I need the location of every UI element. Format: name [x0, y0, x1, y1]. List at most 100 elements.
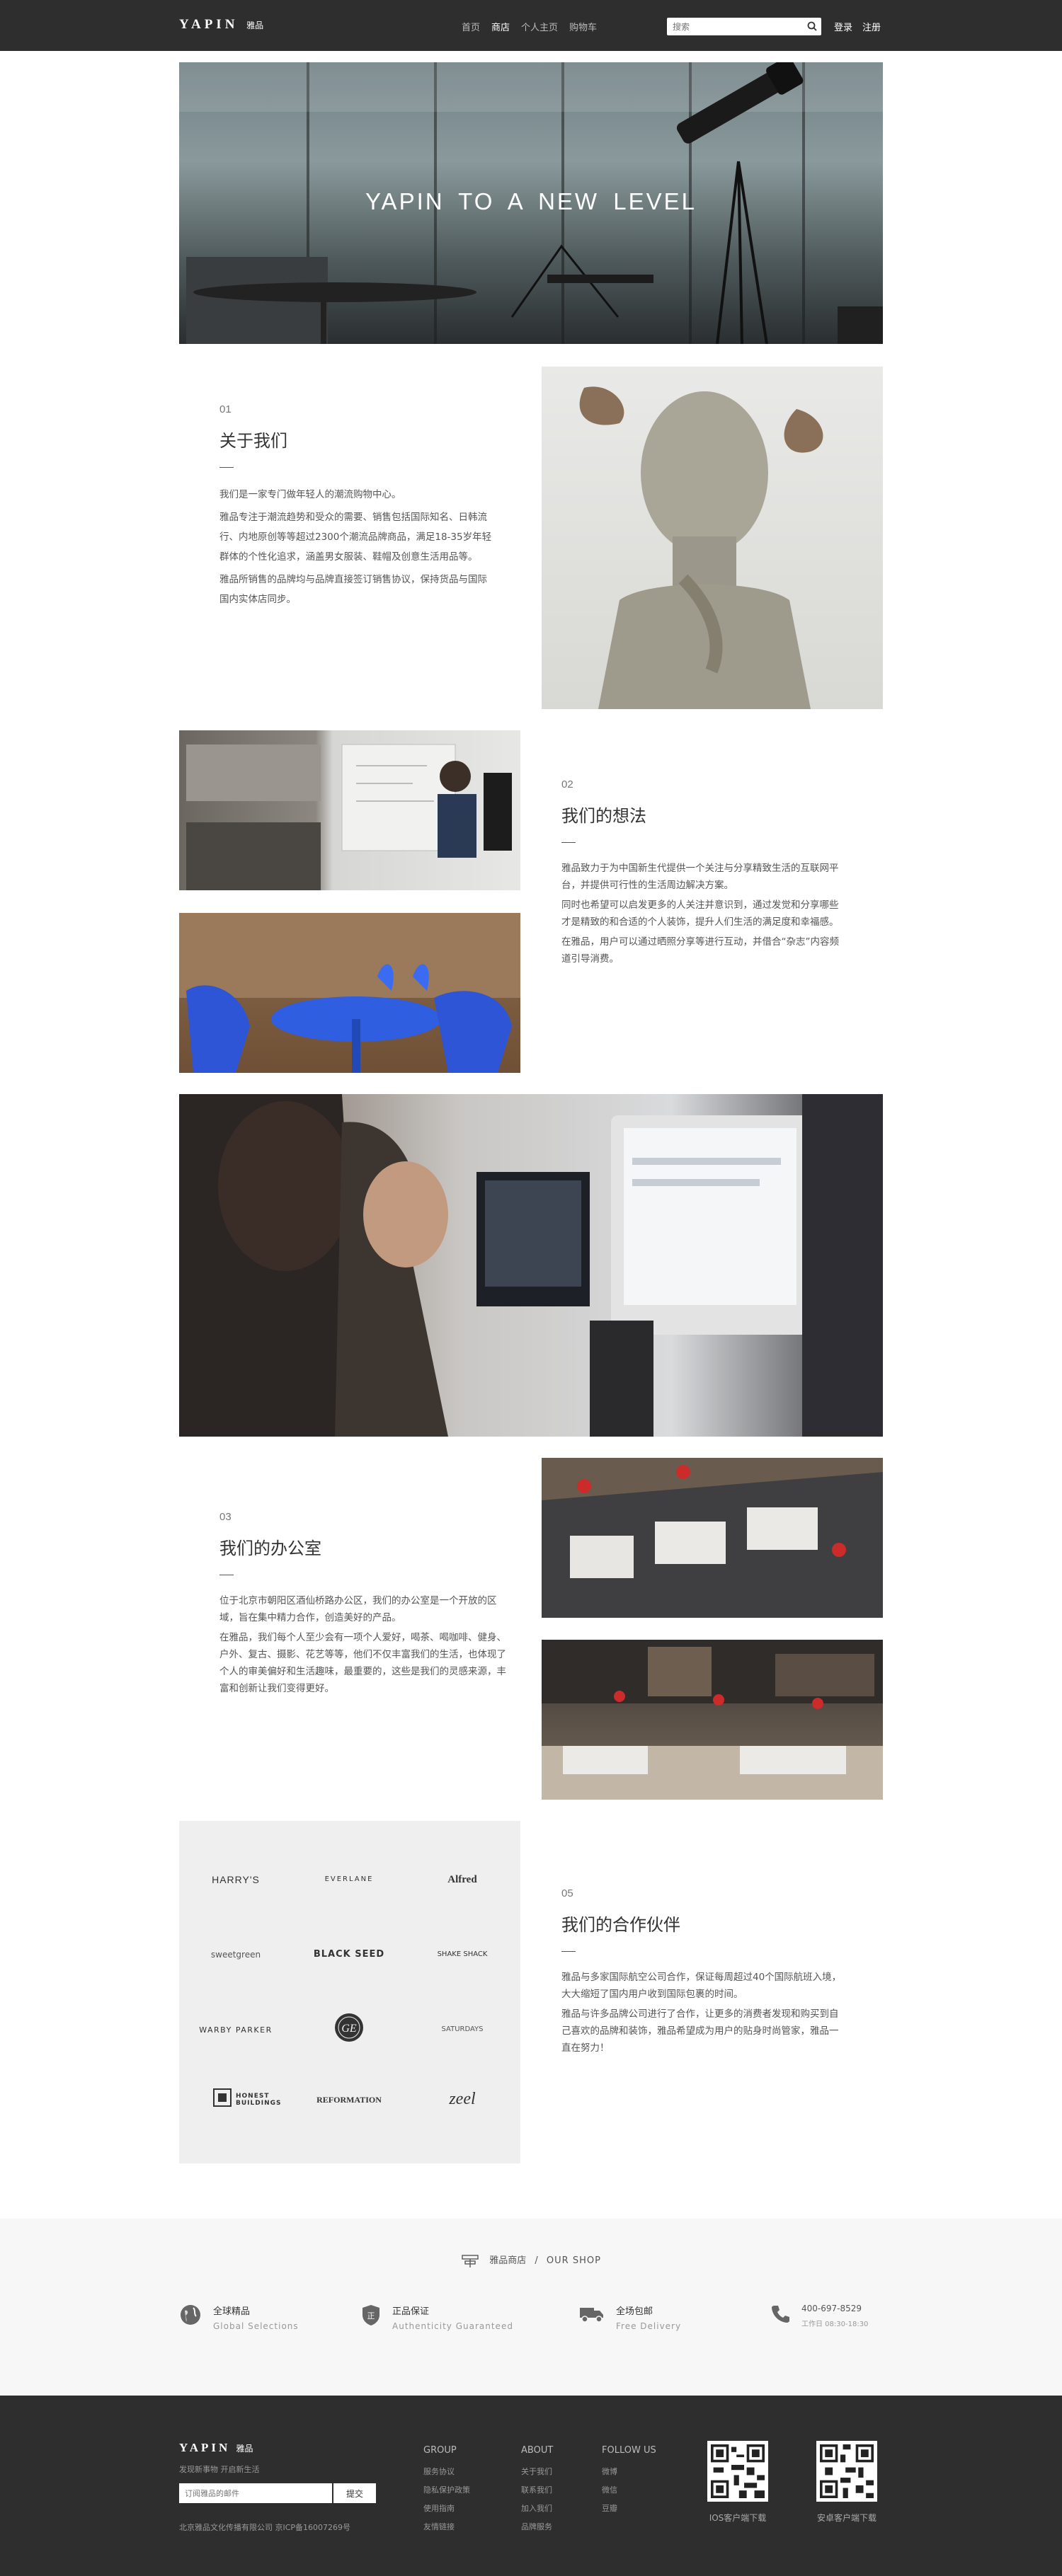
- footer-link[interactable]: 豆瓣: [602, 2502, 656, 2514]
- paragraph: 我们是一家专门做年轻人的潮流购物中心。: [219, 489, 401, 500]
- partner-logos-panel: HARRY'S EVERLANE Alfred sweetgreen BLACK…: [179, 1821, 520, 2163]
- section-divider: [561, 842, 576, 843]
- top-header: YAPIN 雅品 首页 商店 个人主页 购物车 登录 注册: [0, 0, 1062, 51]
- partner-logo: HONEST BUILDINGS: [236, 2093, 282, 2107]
- feature-sub: Authenticity Guaranteed: [392, 2321, 513, 2331]
- office-interior-photo: [542, 1640, 883, 1800]
- footer-col-title: GROUP: [423, 2445, 457, 2456]
- footer-logo-cn: 雅品: [236, 2444, 253, 2454]
- footer-col-group: GROUP 服务协议 隐私保护政策 使用指南 友情链接: [423, 2445, 470, 2539]
- search-icon[interactable]: [807, 21, 817, 31]
- partners-section: 05 我们的合作伙伴 雅品与多家国际航空公司合作，保证每周超过40个国际航班入境…: [561, 1887, 845, 2059]
- partner-logo: HARRY'S: [212, 1874, 260, 1885]
- nav-cart[interactable]: 购物车: [569, 20, 597, 33]
- shop-sign-icon: [462, 2254, 479, 2267]
- section-title: 关于我们: [219, 431, 287, 451]
- footer-col-title: ABOUT: [521, 2445, 554, 2456]
- footer-link[interactable]: 使用指南: [423, 2502, 470, 2514]
- ios-download-label[interactable]: IOS客户端下载: [695, 2512, 780, 2524]
- footer-logo-text: YAPIN: [179, 2441, 231, 2454]
- search-box: [667, 18, 821, 35]
- qr-code-icon: [711, 2444, 765, 2498]
- partner-logo: WARBY PARKER: [199, 2025, 273, 2035]
- footer-link[interactable]: 品牌服务: [521, 2521, 553, 2532]
- partner-logo: SATURDAYS: [441, 2025, 484, 2033]
- footer-tagline: 发现新事物 开启新生活: [179, 2465, 260, 2474]
- idea-section: 02 我们的想法 雅品致力于为中国新生代提供一个关注与分享精致生活的互联网平台，…: [561, 778, 845, 970]
- feature-sub: Free Delivery: [616, 2321, 682, 2331]
- section-body: 雅品与多家国际航空公司合作，保证每周超过40个国际航班入境，大大缩短了国内用户收…: [561, 1969, 845, 2057]
- android-download-label[interactable]: 安卓客户端下载: [804, 2512, 889, 2524]
- svg-text:正: 正: [367, 2311, 375, 2321]
- paragraph: 雅品所销售的品牌均与品牌直接签订销售协议，保持货品与国际国内实体店同步。: [219, 574, 487, 605]
- feature-title: 正品保证: [392, 2306, 430, 2317]
- footer-link[interactable]: 隐私保护政策: [423, 2484, 470, 2495]
- footer-link[interactable]: 加入我们: [521, 2502, 553, 2514]
- login-link[interactable]: 登录: [834, 20, 852, 33]
- hero-banner: YAPIN TO A NEW LEVEL: [179, 62, 883, 344]
- honest-buildings-icon: [213, 2088, 232, 2107]
- paragraph: 在雅品，用户可以通过晒照分享等进行互动，并借合“杂志”内容频道引导消费。: [561, 936, 839, 965]
- section-body: 我们是一家专门做年轻人的潮流购物中心。 雅品专注于潮流趋势和受众的需要、销售包括…: [219, 485, 496, 609]
- section-body: 雅品致力于为中国新生代提供一个关注与分享精致生活的互联网平台，并提供可行性的生活…: [561, 860, 845, 967]
- android-qr-code[interactable]: [816, 2441, 877, 2502]
- section-divider: [561, 1951, 576, 1952]
- nav-shop[interactable]: 商店: [491, 20, 510, 33]
- auth-links: 登录 注册: [834, 20, 881, 33]
- section-title: 我们的办公室: [219, 1539, 321, 1558]
- paragraph: 雅品致力于为中国新生代提供一个关注与分享精致生活的互联网平台，并提供可行性的生活…: [561, 863, 839, 891]
- phone-number: 400-697-8529: [801, 2304, 862, 2313]
- paragraph: 雅品与多家国际航空公司合作，保证每周超过40个国际航班入境，大大缩短了国内用户收…: [561, 1972, 842, 2000]
- footer-link[interactable]: 关于我们: [521, 2466, 553, 2477]
- nav-profile[interactable]: 个人主页: [521, 20, 558, 33]
- register-link[interactable]: 注册: [862, 20, 881, 33]
- section-body: 位于北京市朝阳区酒仙桥路办公区，我们的办公室是一个开放的区域，旨在集中精力合作，…: [219, 1592, 506, 1697]
- about-section: 01 关于我们 我们是一家专门做年轻人的潮流购物中心。 雅品专注于潮流趋势和受众…: [219, 403, 496, 612]
- partner-logo: sweetgreen: [210, 1950, 261, 1960]
- footer-col-title: FOLLOW US: [602, 2445, 656, 2456]
- section-number: 05: [561, 1887, 573, 1899]
- footer-logo[interactable]: YAPIN 雅品: [179, 2441, 253, 2455]
- partner-logo: REFORMATION: [316, 2095, 382, 2105]
- footer-link[interactable]: 微博: [602, 2466, 656, 2477]
- partner-logo: zeel: [449, 2090, 476, 2108]
- truck-icon: [580, 2308, 603, 2323]
- office-section: 03 我们的办公室 位于北京市朝阳区酒仙桥路办公区，我们的办公室是一个开放的区域…: [219, 1511, 506, 1700]
- ge-logo-icon: GE: [335, 2013, 363, 2042]
- footer-col-follow: FOLLOW US 微博 微信 豆瓣: [602, 2445, 656, 2521]
- section-divider: [219, 467, 234, 468]
- logo[interactable]: YAPIN 雅品: [179, 17, 263, 33]
- paragraph: 雅品专注于潮流趋势和受众的需要、销售包括国际知名、日韩流行、内地原创等等超过23…: [219, 512, 492, 563]
- work-hours: 工作日 08:30-18:30: [801, 2321, 869, 2328]
- subscribe-email-input[interactable]: [179, 2483, 332, 2503]
- shop-brand: 雅品商店: [489, 2255, 527, 2266]
- office-overhead-photo: [542, 1458, 883, 1618]
- workers-computers-photo: [179, 1094, 883, 1437]
- subscribe-form: 提交: [179, 2483, 377, 2503]
- partner-logo: Alfred: [447, 1874, 477, 1885]
- shop-heading: 雅品商店 / OUR SHOP: [0, 2253, 1062, 2268]
- phone-icon: [772, 2306, 789, 2323]
- paragraph: 同时也希望可以启发更多的人关注并意识到，通过发觉和分享哪些才是精致的和合适的个人…: [561, 899, 839, 928]
- feature-delivery: 全场包邮 Free Delivery: [579, 2304, 681, 2331]
- svg-text:GE: GE: [341, 2023, 357, 2035]
- footer-link[interactable]: 友情链接: [423, 2521, 470, 2532]
- our-shop-strip: 雅品商店 / OUR SHOP 全球精品 Global Selections 正…: [0, 2219, 1062, 2396]
- search-input[interactable]: [667, 18, 794, 35]
- feature-title: 全场包邮: [616, 2306, 653, 2317]
- nav-home[interactable]: 首页: [462, 20, 480, 33]
- paragraph: 位于北京市朝阳区酒仙桥路办公区，我们的办公室是一个开放的区域，旨在集中精力合作，…: [219, 1595, 497, 1623]
- footer-link[interactable]: 微信: [602, 2484, 656, 2495]
- shop-separator: /: [535, 2255, 538, 2266]
- footer-link[interactable]: 服务协议: [423, 2466, 470, 2477]
- subscribe-submit-button[interactable]: 提交: [333, 2483, 376, 2503]
- globe-icon: [181, 2305, 200, 2325]
- partner-logo: SHAKE SHACK: [437, 1950, 488, 1958]
- footer-link[interactable]: 联系我们: [521, 2484, 553, 2495]
- feature-title: 全球精品: [213, 2306, 251, 2317]
- team-whiteboard-photo: [179, 730, 520, 890]
- shop-en: OUR SHOP: [546, 2255, 601, 2266]
- ios-qr-code[interactable]: [707, 2441, 768, 2502]
- paragraph: 雅品与许多品牌公司进行了合作，让更多的消费者发现和购买到自己喜欢的品牌和装饰，雅…: [561, 2008, 839, 2054]
- section-title: 我们的想法: [561, 806, 646, 826]
